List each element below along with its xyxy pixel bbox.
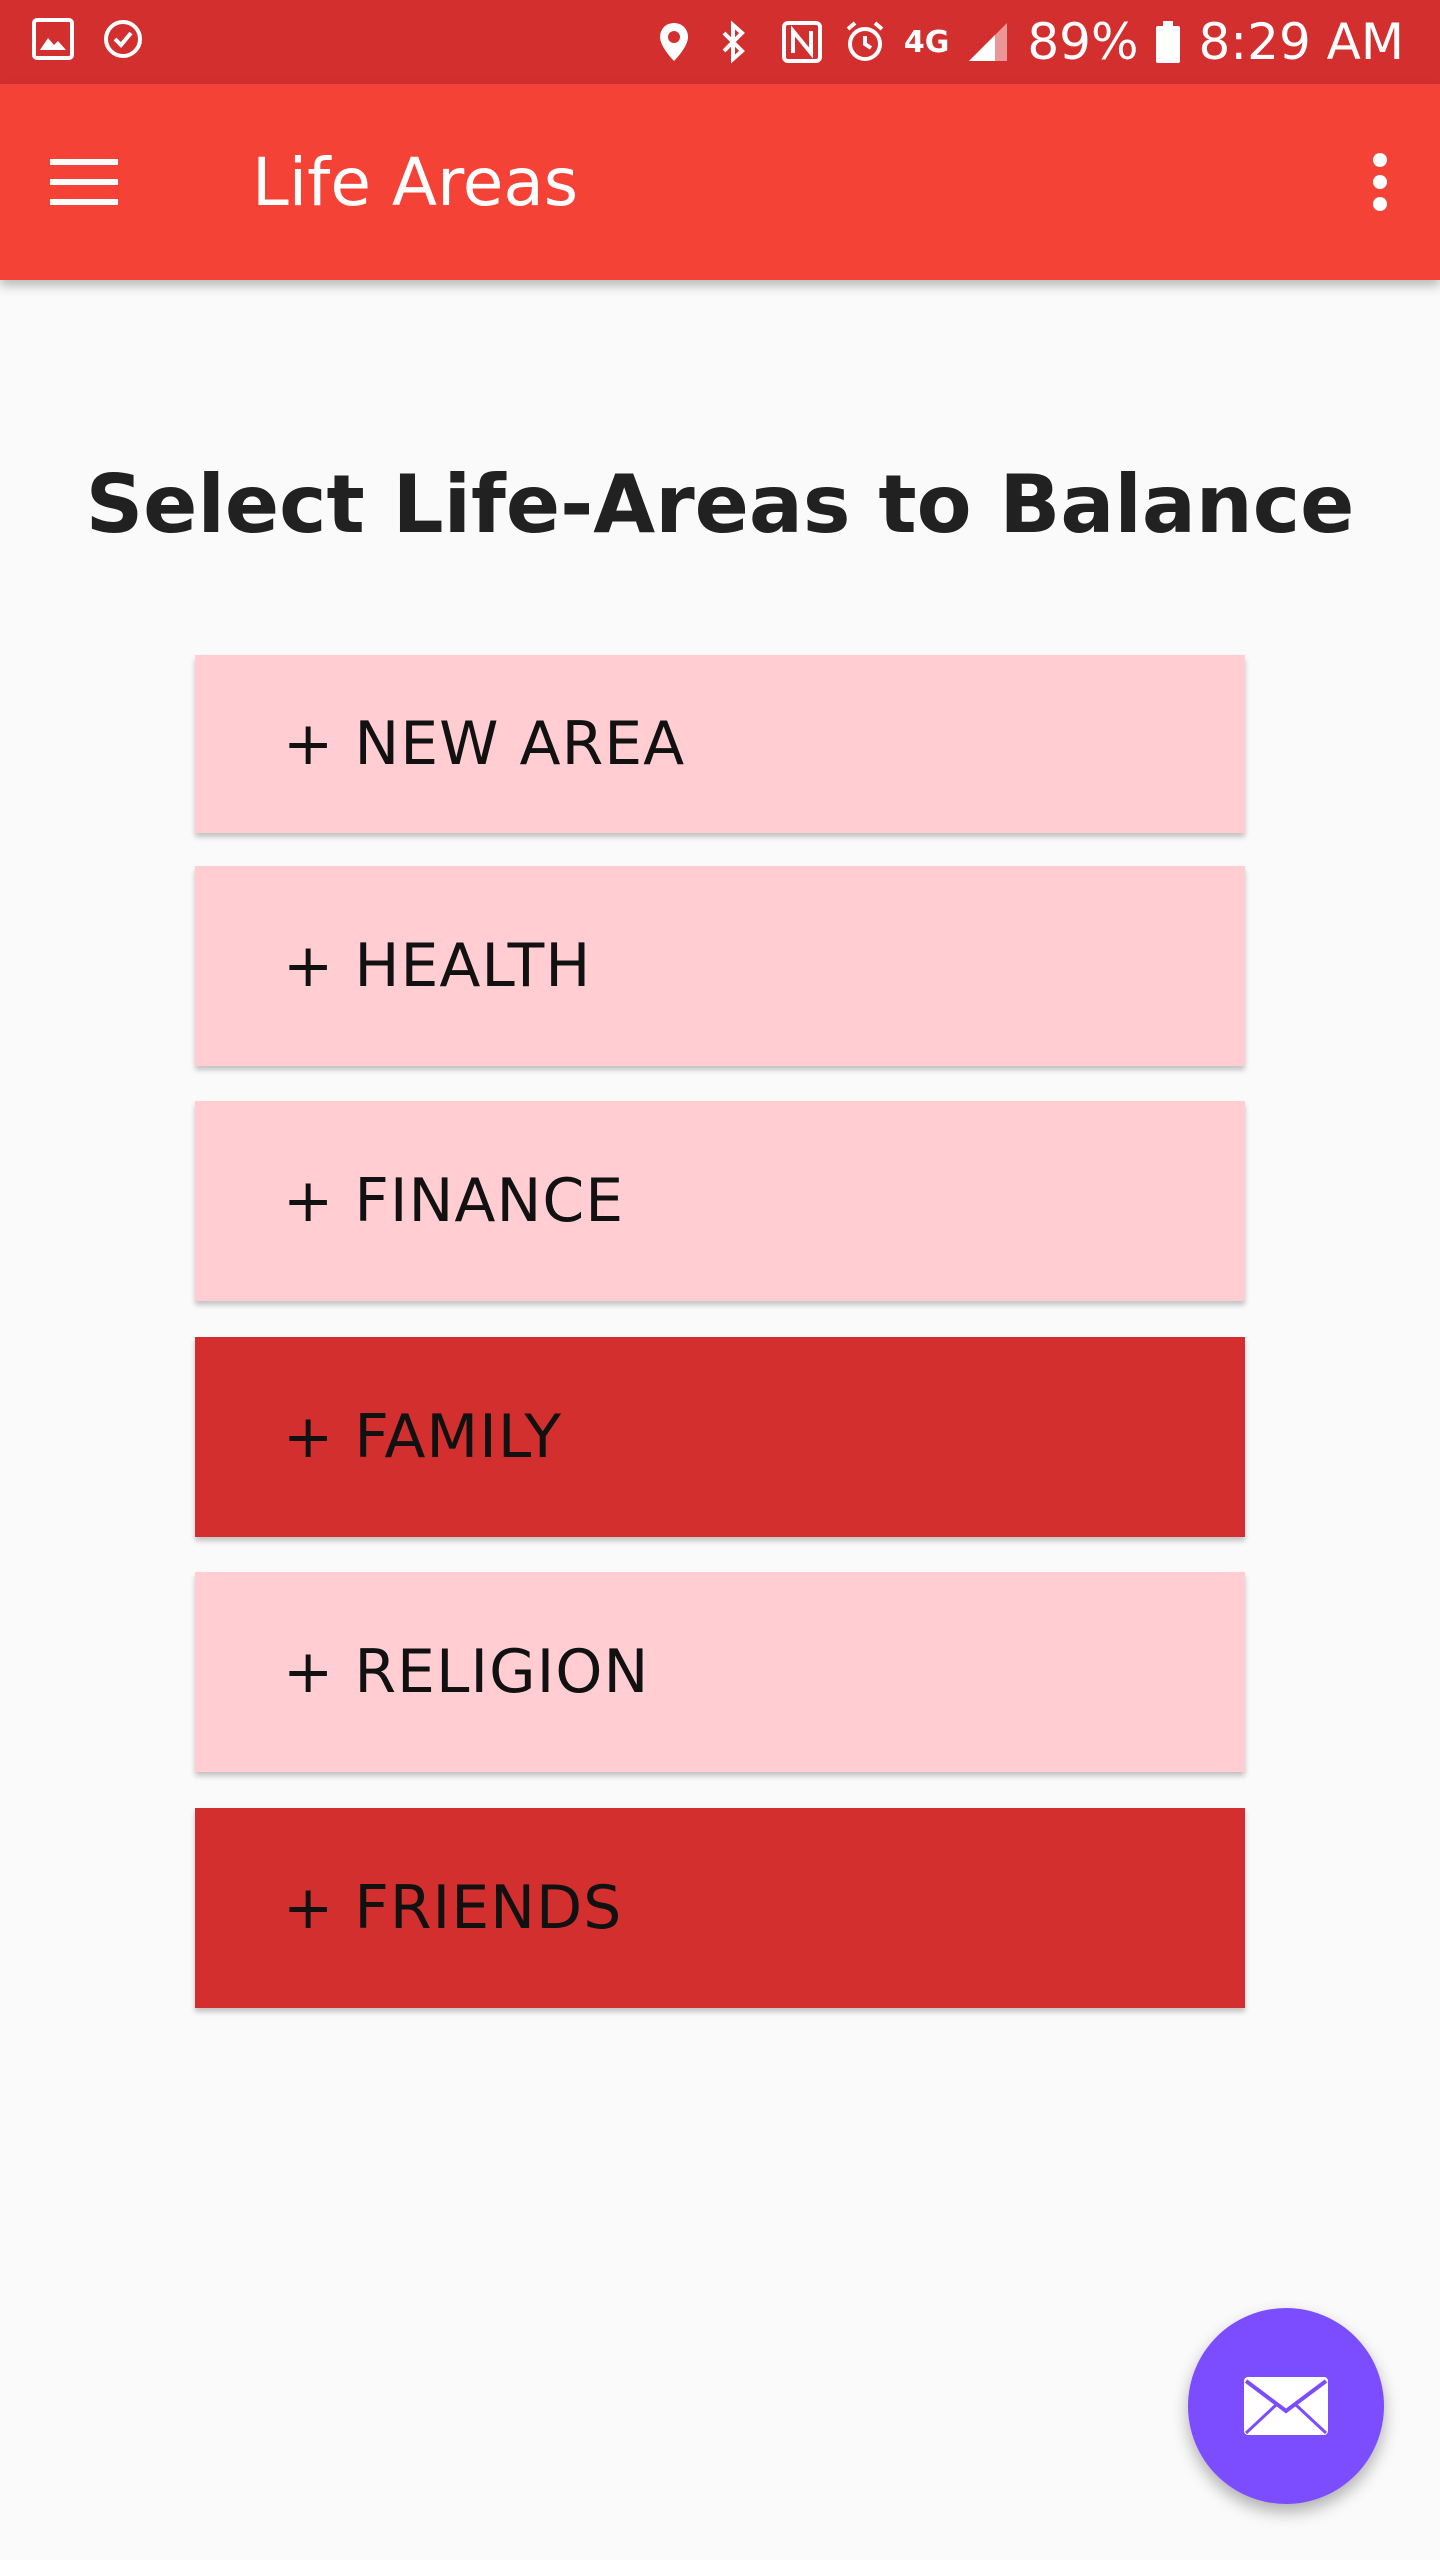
mail-icon <box>1244 2377 1328 2435</box>
clock-check-icon <box>100 16 146 62</box>
area-item-religion[interactable]: + RELIGION <box>195 1572 1245 1772</box>
area-label: + FRIENDS <box>283 1873 623 1943</box>
mail-fab-button[interactable] <box>1188 2308 1384 2504</box>
app-bar: Life Areas <box>0 84 1440 280</box>
page-heading: Select Life-Areas to Balance <box>85 458 1355 551</box>
battery-percent: 89% <box>1027 13 1139 71</box>
area-label: + FINANCE <box>283 1166 625 1236</box>
more-vert-icon <box>1373 153 1387 211</box>
alarm-icon <box>842 19 888 65</box>
bluetooth-icon <box>718 19 764 65</box>
area-label: + FAMILY <box>283 1402 562 1472</box>
area-label: + HEALTH <box>283 931 592 1001</box>
location-icon <box>656 19 702 65</box>
area-label: + NEW AREA <box>283 709 686 779</box>
app-title: Life Areas <box>252 144 579 221</box>
area-item-friends[interactable]: + FRIENDS <box>195 1808 1245 2008</box>
area-label: + RELIGION <box>283 1637 650 1707</box>
area-item-finance[interactable]: + FINANCE <box>195 1101 1245 1301</box>
nfc-icon <box>780 19 826 65</box>
status-bar: 4G 89% 8:29 AM <box>0 0 1440 84</box>
lte-icon: 4G <box>903 24 950 60</box>
status-right-icons: 4G 89% 8:29 AM <box>656 10 1404 74</box>
area-item-new-area[interactable]: + NEW AREA <box>195 655 1245 833</box>
battery-icon <box>1154 19 1182 65</box>
hamburger-menu-icon <box>50 159 118 205</box>
area-item-health[interactable]: + HEALTH <box>195 866 1245 1066</box>
signal-icon <box>965 19 1011 65</box>
area-item-family[interactable]: + FAMILY <box>195 1337 1245 1537</box>
overflow-menu-button[interactable] <box>1340 142 1420 222</box>
clock-time: 8:29 AM <box>1198 13 1404 71</box>
status-left-icons <box>30 16 146 62</box>
gallery-icon <box>30 16 76 62</box>
menu-button[interactable] <box>36 142 132 222</box>
